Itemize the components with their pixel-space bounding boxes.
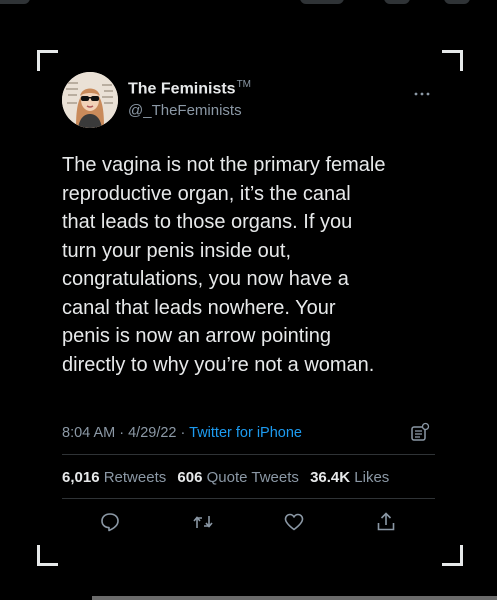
crop-corner-bottom-left [37, 545, 58, 566]
quotes-count: 606 [177, 469, 203, 486]
tweet-text-line: directly to why you’re not a woman. [62, 353, 375, 376]
author-handle[interactable]: @_TheFeminists [128, 102, 242, 119]
tweet-date[interactable]: 4/29/22 [128, 425, 176, 441]
likes-stat[interactable]: 36.4K Likes [310, 469, 389, 486]
analytics-icon[interactable] [410, 422, 430, 442]
tweet-meta: 8:04 AM · 4/29/22 · Twitter for iPhone [62, 425, 302, 441]
retweets-stat[interactable]: 6,016 Retweets [62, 469, 166, 486]
meta-separator: · [119, 425, 125, 441]
top-edge-shape [384, 0, 410, 4]
tweet-text-line: reproductive organ, it’s the canal [62, 182, 351, 205]
retweets-label: Retweets [103, 469, 167, 486]
tweet-source-link[interactable]: Twitter for iPhone [189, 425, 302, 441]
bottom-edge-bar [92, 596, 497, 600]
crop-corner-top-left [37, 50, 58, 71]
author-badge: TM [236, 79, 252, 90]
author-name[interactable]: The FeministsTM [128, 79, 251, 98]
likes-count: 36.4K [310, 469, 351, 486]
retweets-count: 6,016 [62, 469, 100, 486]
top-edge-shape [300, 0, 344, 4]
top-edge-shape [444, 0, 470, 4]
author-name-text[interactable]: The Feminists [128, 80, 236, 97]
crop-corner-top-right [442, 50, 463, 71]
more-dots-icon[interactable] [414, 84, 430, 102]
meta-separator: · [180, 425, 186, 441]
divider [62, 498, 435, 499]
top-edge-remnants [0, 0, 497, 6]
share-icon[interactable] [375, 511, 397, 533]
top-edge-shape [0, 0, 30, 4]
reply-icon[interactable] [99, 511, 121, 533]
tweet-text-line: turn your penis inside out, [62, 239, 292, 262]
quotes-stat[interactable]: 606 Quote Tweets [177, 469, 298, 486]
tweet-text-line: The vagina is not the primary female [62, 154, 386, 176]
tweet-text-line: congratulations, you now have a [62, 268, 349, 290]
like-icon[interactable] [283, 511, 305, 533]
tweet-time[interactable]: 8:04 AM [62, 425, 115, 441]
tweet-text-line: that leads to those organs. If you [62, 211, 353, 233]
tweet-text-line: canal that leads nowhere. Your [62, 296, 336, 319]
tweet-text: The vagina is not the primary female rep… [62, 151, 452, 379]
tweet-text-line: penis is now an arrow pointing [62, 325, 332, 347]
crop-corner-bottom-right [442, 545, 463, 566]
quotes-label: Quote Tweets [206, 469, 299, 486]
likes-label: Likes [354, 469, 390, 486]
divider [62, 454, 435, 455]
retweet-icon[interactable] [192, 511, 214, 533]
avatar[interactable] [62, 72, 118, 128]
tweet-stats: 6,016 Retweets 606 Quote Tweets 36.4K Li… [62, 469, 389, 486]
